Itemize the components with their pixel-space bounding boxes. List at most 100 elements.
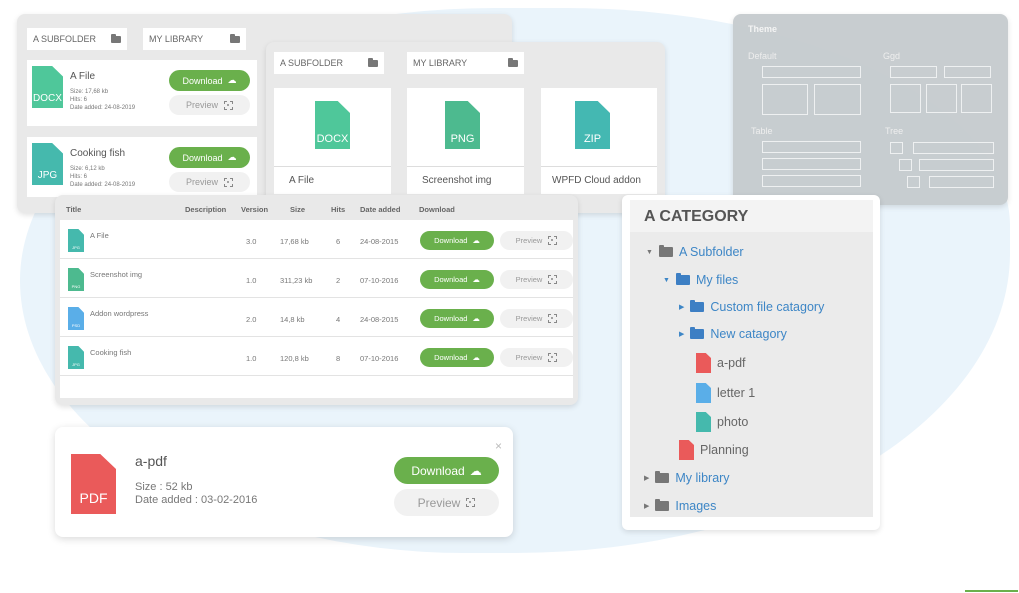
png-file-icon: PNG <box>445 101 480 149</box>
download-button[interactable]: Download ☁ <box>420 309 494 328</box>
row-title[interactable]: A File <box>90 231 109 240</box>
file-date-added: Date added : 03-02-2016 <box>135 494 258 506</box>
close-icon[interactable]: × <box>495 439 502 453</box>
download-button[interactable]: Download ☁ <box>420 270 494 289</box>
cloud-download-icon: ☁ <box>472 275 480 284</box>
jpg-file-icon: JPG <box>32 143 63 185</box>
preview-button[interactable]: Preview <box>500 309 573 328</box>
row-version: 1.0 <box>246 276 257 285</box>
jpg-file-icon <box>696 412 711 432</box>
pdf-file-icon <box>679 440 694 460</box>
download-button[interactable]: Download ☁ <box>169 147 250 168</box>
tab-label: MY LIBRARY <box>149 34 204 44</box>
preview-icon <box>548 314 558 323</box>
table-row: JPG Cooking fish 1.0 120,8 kb 8 07-10-2016 Dow… <box>60 338 573 376</box>
grid-file-card[interactable]: DOCX A File <box>274 88 391 194</box>
preview-button[interactable]: Preview <box>500 231 573 250</box>
file-title: a-pdf <box>135 453 167 469</box>
theme-option-tree-label[interactable]: Tree <box>885 126 903 136</box>
file-title: Cooking fish <box>70 148 126 159</box>
theme-option-ggd-label[interactable]: Ggd <box>883 51 900 61</box>
tree-item-letter-1[interactable]: letter 1 <box>696 383 755 403</box>
file-meta: Size: 17,68 kb Hits: 6 Date added: 24-08-2… <box>70 89 136 111</box>
caret-right-icon[interactable]: ▶ <box>644 474 649 482</box>
column-header-title: Title <box>66 205 82 214</box>
cloud-download-icon: ☁ <box>472 353 480 362</box>
tab-label: A SUBFOLDER <box>33 34 97 44</box>
caret-down-icon[interactable]: ▼ <box>646 249 653 256</box>
file-title: WPFD Cloud addon <box>541 166 657 194</box>
table-row: PNG Screenshot img 1.0 311,23 kb 2 07-10-2016… <box>60 260 573 298</box>
tree-item-planning[interactable]: Planning <box>679 440 749 460</box>
tab-my-library[interactable]: MY LIBRARY <box>143 28 246 50</box>
caret-right-icon[interactable]: ▶ <box>679 330 684 338</box>
psd-file-icon: PSD <box>68 307 84 330</box>
theme-title: Theme <box>748 24 778 34</box>
row-title[interactable]: Cooking fish <box>90 348 131 357</box>
caret-right-icon[interactable]: ▶ <box>679 303 684 311</box>
docx-file-icon: DOCX <box>315 101 350 149</box>
preview-icon <box>224 100 233 110</box>
grid-file-card[interactable]: PNG Screenshot img <box>407 88 524 194</box>
file-title: A File <box>70 71 96 82</box>
grid-file-card[interactable]: ZIP WPFD Cloud addon <box>541 88 657 194</box>
theme-option-table-label[interactable]: Table <box>751 126 773 136</box>
folder-icon <box>675 273 690 285</box>
row-size: 14,8 kb <box>280 315 305 324</box>
download-button[interactable]: Download ☁ <box>420 231 494 250</box>
table-row: PSD Addon wordpress 2.0 14,8 kb 4 24-08-2015 D… <box>60 299 573 337</box>
row-date: 24-08-2015 <box>360 315 399 324</box>
tree-item-my-library[interactable]: ▶ My library <box>644 471 730 485</box>
download-button[interactable]: Download ☁ <box>169 70 250 91</box>
single-file-card: PDF a-pdf Size : 52 kb Date added : 03-0… <box>55 427 513 537</box>
preview-icon <box>548 236 558 245</box>
row-hits: 2 <box>336 276 341 285</box>
table-view-panel: Title Description Version Size Hits Date… <box>55 195 578 405</box>
row-hits: 6 <box>336 237 341 246</box>
zip-file-icon: ZIP <box>575 101 610 149</box>
jpg-file-icon: JPG <box>68 346 84 369</box>
preview-button[interactable]: Preview <box>394 489 499 516</box>
row-date: 07-10-2016 <box>360 276 399 285</box>
category-title: A CATEGORY <box>630 200 873 232</box>
table-row: JPG A File 3.0 17,68 kb 6 24-08-2015 Download ☁… <box>60 221 573 259</box>
row-title[interactable]: Addon wordpress <box>90 309 148 318</box>
download-button[interactable]: Download ☁ <box>420 348 494 367</box>
file-title: A File <box>274 166 391 194</box>
row-title[interactable]: Screenshot img <box>90 270 142 279</box>
file-card: DOCX A File Size: 17,68 kb Hits: 6 Date ad… <box>27 60 257 126</box>
tab-label: MY LIBRARY <box>413 58 468 68</box>
tree-item-my-files[interactable]: ▼ My files <box>663 273 738 287</box>
theme-option-default-label[interactable]: Default <box>748 51 777 61</box>
tab-my-library[interactable]: MY LIBRARY <box>407 52 524 74</box>
preview-button[interactable]: Preview <box>169 95 250 115</box>
folder-icon <box>111 33 121 43</box>
psd-file-icon <box>696 383 711 403</box>
tree-item-custom-file-catagory[interactable]: ▶ Custom file catagory <box>679 300 824 314</box>
preview-icon <box>466 498 476 507</box>
pdf-file-icon: PDF <box>71 454 116 514</box>
caret-right-icon[interactable]: ▶ <box>644 502 649 510</box>
tree-item-a-subfolder[interactable]: ▼ A Subfolder <box>646 245 744 259</box>
tab-a-subfolder[interactable]: A SUBFOLDER <box>274 52 384 74</box>
folder-icon <box>655 499 670 511</box>
row-size: 120,8 kb <box>280 354 309 363</box>
preview-button[interactable]: Preview <box>500 348 573 367</box>
jpg-file-icon: JPG <box>68 229 84 252</box>
download-button[interactable]: Download ☁ <box>394 457 499 484</box>
row-hits: 4 <box>336 315 341 324</box>
tab-a-subfolder[interactable]: A SUBFOLDER <box>27 28 127 50</box>
cloud-download-icon: ☁ <box>472 314 480 323</box>
tree-item-new-catagory[interactable]: ▶ New catagory <box>679 327 787 341</box>
caret-down-icon[interactable]: ▼ <box>663 277 670 284</box>
cloud-download-icon: ☁ <box>227 152 237 162</box>
preview-button[interactable]: Preview <box>500 270 573 289</box>
png-file-icon: PNG <box>68 268 84 291</box>
row-version: 2.0 <box>246 315 257 324</box>
tree-item-a-pdf[interactable]: a-pdf <box>696 353 746 373</box>
tree-item-images[interactable]: ▶ Images <box>644 499 716 513</box>
tree-item-photo[interactable]: photo <box>696 412 748 432</box>
theme-panel: Theme Default Ggd Table Tree <box>733 14 1008 205</box>
file-title: Screenshot img <box>407 166 524 194</box>
preview-button[interactable]: Preview <box>169 172 250 192</box>
